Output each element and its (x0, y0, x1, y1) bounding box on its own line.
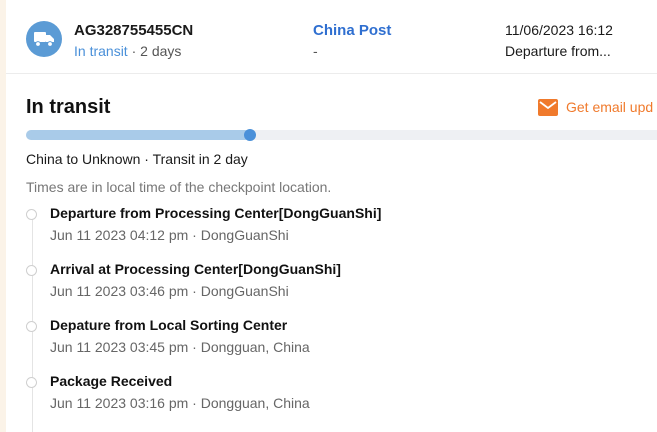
truck-icon (26, 21, 62, 57)
event-description: Arrival at Processing Center[DongGuanShi… (50, 261, 341, 277)
event-description: Depature from Local Sorting Center (50, 317, 288, 333)
event-description: Departure from Processing Center[DongGua… (50, 205, 382, 221)
timeline-dot (26, 321, 37, 332)
last-event-text: Departure from... (505, 43, 611, 59)
timeline-event: Departure from Processing Center[DongGua… (26, 205, 646, 255)
event-meta: Jun 11 2023 03:16 pm · Dongguan, China (50, 395, 310, 411)
event-meta: Jun 11 2023 03:45 pm · Dongguan, China (50, 339, 310, 355)
timeline-dot (26, 209, 37, 220)
event-meta: Jun 11 2023 04:12 pm · DongGuanShi (50, 227, 289, 243)
timeline-event: Depature from Local Sorting Center Jun 1… (26, 317, 646, 367)
timezone-note: Times are in local time of the checkpoin… (26, 179, 332, 195)
progress-fill (26, 130, 250, 140)
delivery-progress-bar (26, 129, 657, 141)
timeline-dot (26, 265, 37, 276)
tracking-number: AG328755455CN (74, 22, 194, 39)
carrier-link[interactable]: China Post (313, 22, 391, 39)
email-button-label: Get email upd (566, 99, 654, 115)
event-meta: Jun 11 2023 03:46 pm · DongGuanShi (50, 283, 289, 299)
progress-knob (244, 129, 256, 141)
timeline-dot (26, 377, 37, 388)
status-duration: · 2 days (131, 43, 182, 59)
event-description: Package Received (50, 373, 173, 389)
mail-icon (538, 99, 558, 116)
timeline-event: Arrival at Processing Center[DongGuanShi… (26, 261, 646, 311)
status-summary: In transit · 2 days (74, 43, 181, 59)
route-summary: China to Unknown · Transit in 2 day (26, 151, 248, 167)
tracking-card: AG328755455CN In transit · 2 days China … (6, 0, 657, 432)
detail-status-title: In transit (26, 96, 111, 118)
status-label: In transit (74, 43, 128, 59)
carrier-sub-info: - (313, 43, 318, 59)
shipment-summary-row[interactable]: AG328755455CN In transit · 2 days China … (6, 0, 657, 74)
last-update-time: 11/06/2023 16:12 (505, 22, 613, 38)
timeline-event: Package Received Jun 11 2023 03:16 pm · … (26, 373, 646, 423)
